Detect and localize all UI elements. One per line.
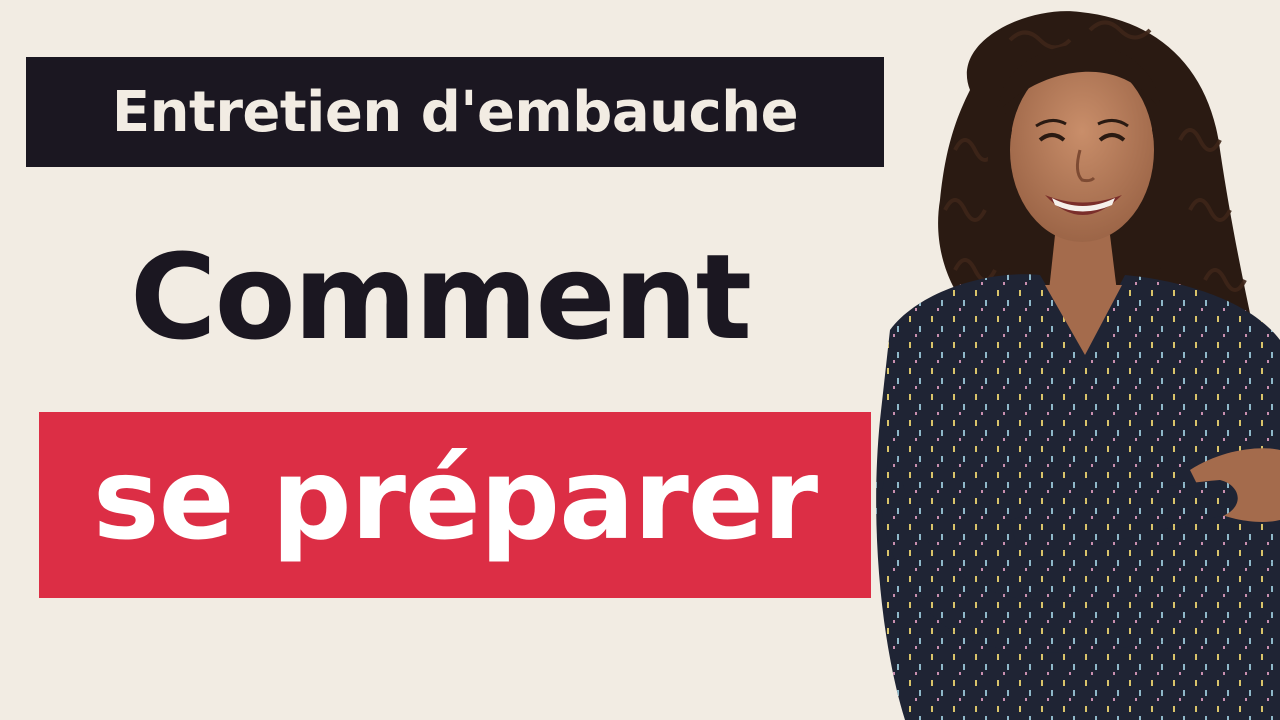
headline-text: Comment [129,228,752,366]
subheadline-banner: se préparer [39,412,871,598]
presenter-photo [860,0,1280,720]
title-text: Entretien d'embauche [111,79,799,145]
presenter-illustration [876,11,1280,720]
subheadline-text: se préparer [92,435,818,565]
thumbnail-canvas: Entretien d'embauche Comment se préparer [0,0,1280,720]
headline: Comment [40,222,840,372]
title-banner: Entretien d'embauche [26,57,884,167]
